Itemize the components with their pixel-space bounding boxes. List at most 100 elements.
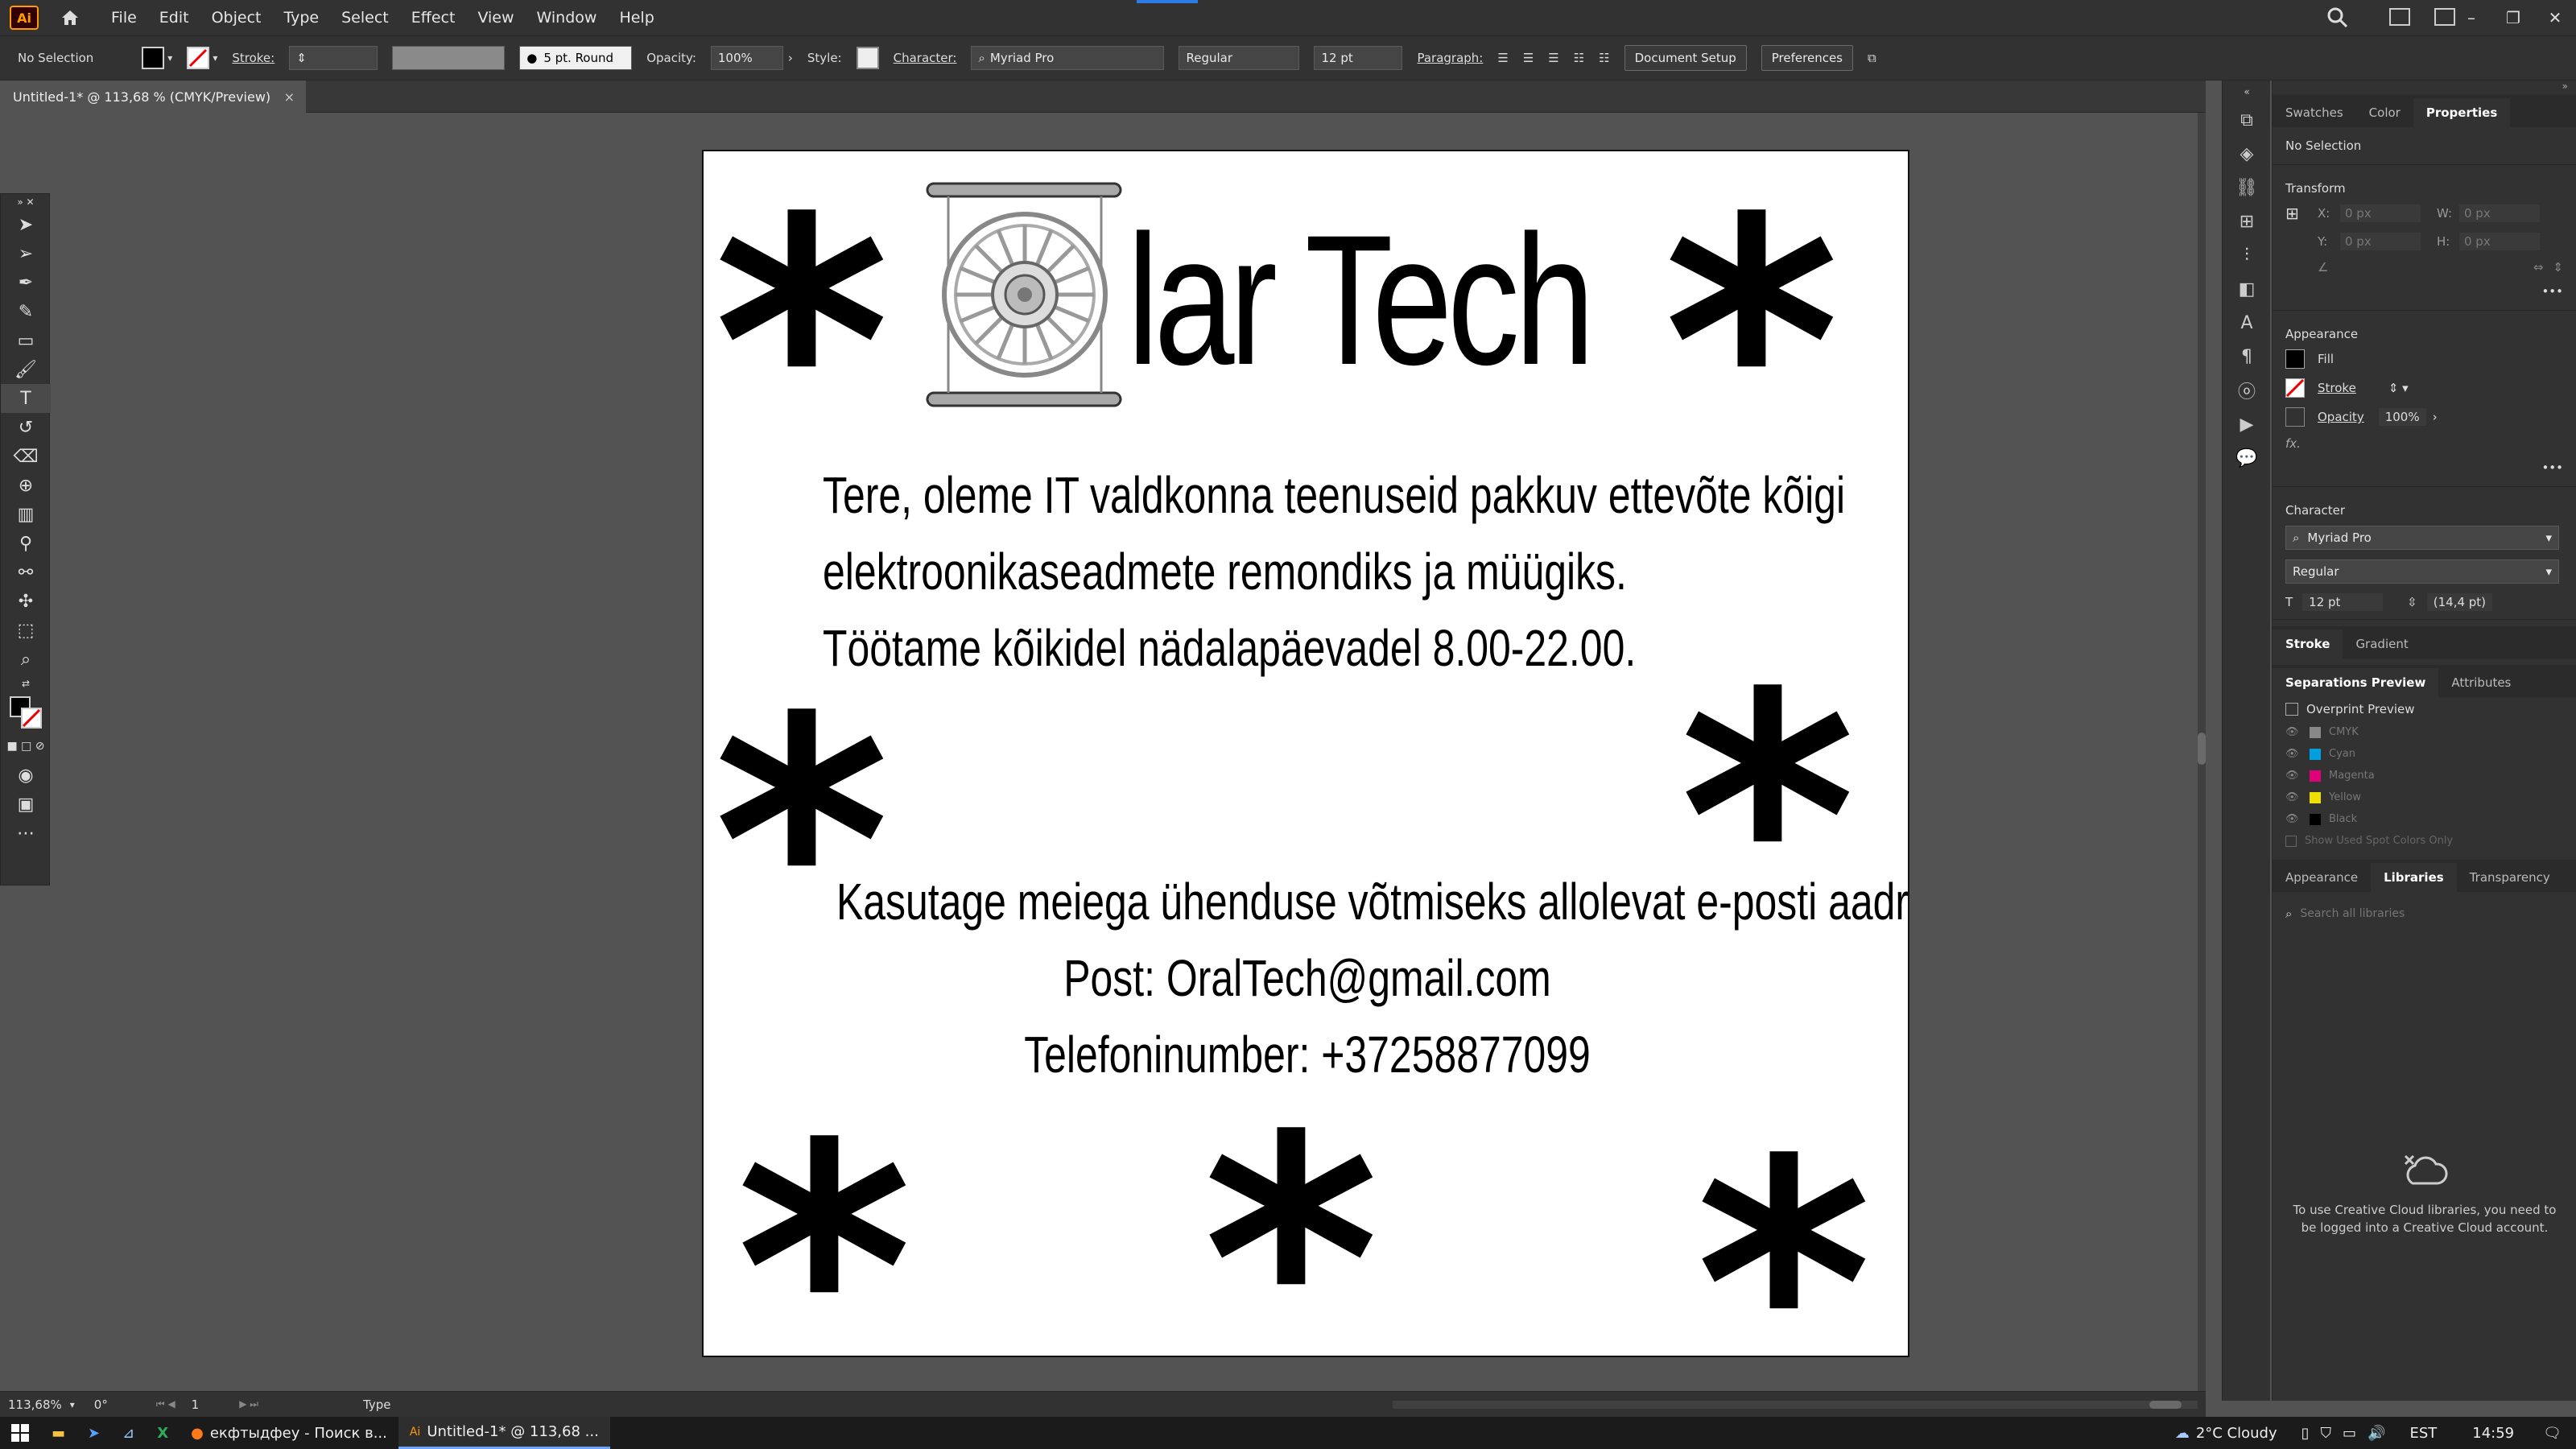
stroke-label[interactable]: Stroke: [2318, 381, 2356, 395]
font-family-field[interactable]: ⌕ Myriad Pro ▾: [2285, 526, 2559, 550]
plate-row[interactable]: 👁 CMYK: [2273, 721, 2576, 743]
font-style-field[interactable]: Regular ▾: [2285, 559, 2559, 584]
opacity-field[interactable]: 100%: [2378, 408, 2426, 426]
asterisk-bottom-left[interactable]: *: [736, 1101, 913, 1356]
menu-view[interactable]: View: [477, 9, 514, 27]
plate-row[interactable]: 👁 Black: [2273, 808, 2576, 830]
opacity-label[interactable]: Opacity: [2318, 410, 2364, 424]
plate-row[interactable]: 👁 Yellow: [2273, 786, 2576, 808]
home-icon[interactable]: [58, 6, 82, 30]
stroke-swatch[interactable]: [187, 47, 210, 69]
more-tools-icon[interactable]: ⋯: [1, 819, 51, 848]
glyphs-panel-icon[interactable]: ⓞ: [2223, 374, 2271, 407]
eye-icon[interactable]: 👁: [2285, 791, 2301, 803]
align-left-icon[interactable]: ☰: [1497, 51, 1508, 65]
minimize-button[interactable]: –: [2450, 8, 2492, 27]
menu-window[interactable]: Window: [537, 9, 597, 27]
shape-builder-tool-icon[interactable]: ⊕: [1, 471, 51, 500]
stroke-weight-stepper[interactable]: ⇕ ▾: [2388, 381, 2409, 395]
align-panel-icon[interactable]: ⫶: [2223, 238, 2271, 272]
menu-object[interactable]: Object: [212, 9, 262, 27]
eraser-tool-icon[interactable]: ⌫: [1, 442, 51, 471]
tab-stroke[interactable]: Stroke: [2273, 630, 2343, 658]
bullets-icon[interactable]: ☷: [1574, 51, 1584, 65]
arrange-icon[interactable]: ⧉: [1868, 51, 1876, 65]
panel-collapse-icon[interactable]: »: [2273, 80, 2576, 95]
font-style-field[interactable]: Regular: [1179, 46, 1300, 70]
blend-tool-icon[interactable]: ⚯: [1, 558, 51, 587]
actions-panel-icon[interactable]: ▶: [2223, 407, 2271, 441]
more-options-icon[interactable]: •••: [2273, 279, 2576, 303]
curvature-tool-icon[interactable]: ✎: [1, 297, 51, 326]
arrange-documents-icon[interactable]: [2389, 8, 2410, 26]
maximize-button[interactable]: ❐: [2492, 8, 2534, 27]
align-right-icon[interactable]: ☰: [1548, 51, 1558, 65]
rotation-value[interactable]: 0°: [94, 1397, 108, 1412]
document-tab[interactable]: Untitled-1* @ 113,68 % (CMYK/Preview) ×: [0, 80, 306, 113]
language-indicator[interactable]: EST: [2409, 1425, 2437, 1442]
chevron-right-icon[interactable]: ›: [2433, 410, 2438, 424]
asterisk-bottom-center[interactable]: *: [1203, 1093, 1380, 1356]
chevron-down-icon[interactable]: ▾: [167, 52, 172, 64]
tab-gradient[interactable]: Gradient: [2343, 630, 2421, 658]
rectangle-tool-icon[interactable]: ▭: [1, 326, 51, 355]
horizontal-scrollbar[interactable]: [1393, 1400, 2198, 1409]
character-label[interactable]: Character:: [894, 51, 957, 65]
chevron-right-icon[interactable]: ›: [788, 51, 793, 65]
document-setup-button[interactable]: Document Setup: [1624, 45, 1747, 71]
stroke-weight-field[interactable]: ⇕: [289, 46, 378, 70]
numbering-icon[interactable]: ☷: [1599, 51, 1609, 65]
font-family-field[interactable]: ⌕ Myriad Pro: [971, 46, 1165, 70]
menu-type[interactable]: Type: [283, 9, 319, 27]
paragraph-label[interactable]: Paragraph:: [1417, 51, 1483, 65]
tab-separations-preview[interactable]: Separations Preview: [2273, 668, 2439, 697]
eye-icon[interactable]: 👁: [2285, 770, 2301, 782]
plate-row[interactable]: 👁 Cyan: [2273, 743, 2576, 765]
comments-panel-icon[interactable]: 💬: [2223, 441, 2271, 475]
library-search-input[interactable]: [2300, 907, 2542, 920]
notification-icon[interactable]: 🗨: [2543, 1425, 2562, 1442]
volume-icon[interactable]: 🔊: [2368, 1425, 2385, 1442]
symbol-sprayer-tool-icon[interactable]: ✣: [1, 587, 51, 616]
tab-color[interactable]: Color: [2356, 98, 2413, 127]
eye-icon[interactable]: 👁: [2285, 813, 2301, 825]
links-panel-icon[interactable]: ⛓: [2223, 171, 2271, 204]
artboard-tool-icon[interactable]: ⬚: [1, 616, 51, 645]
chevron-down-icon[interactable]: ▾: [213, 52, 217, 64]
file-explorer-icon[interactable]: ▬: [40, 1417, 76, 1449]
swap-colors-icon[interactable]: ⇄: [1, 674, 51, 693]
app-icon[interactable]: ⊿: [111, 1417, 146, 1449]
fx-button[interactable]: fx.: [2273, 431, 2576, 456]
zoom-tool-icon[interactable]: ⌕: [1, 645, 51, 674]
artboards-panel-icon[interactable]: ⧉: [2223, 103, 2271, 137]
selection-tool-icon[interactable]: ➤: [1, 210, 51, 239]
browser-task[interactable]: ● екфтыдфеу - Поиск в...: [180, 1417, 398, 1449]
stroke-indicator[interactable]: [21, 708, 42, 729]
headline-text[interactable]: lar Tech: [1127, 208, 1595, 393]
menu-effect[interactable]: Effect: [411, 9, 456, 27]
rotate-tool-icon[interactable]: ↺: [1, 413, 51, 442]
rotate-icon[interactable]: ∠: [2318, 260, 2328, 275]
menu-edit[interactable]: Edit: [159, 9, 189, 27]
asterisk-top-right[interactable]: *: [1663, 175, 1840, 514]
preferences-button[interactable]: Preferences: [1761, 45, 1853, 71]
artboard-nav-icon[interactable]: ⏮ ◀: [156, 1398, 175, 1410]
zoom-level[interactable]: 113,68%: [8, 1397, 62, 1412]
eyedropper-tool-icon[interactable]: ⚲: [1, 529, 51, 558]
paragraph-panel-icon[interactable]: ¶: [2223, 340, 2271, 374]
weather-text[interactable]: 2°C Cloudy: [2196, 1425, 2277, 1442]
shield-icon[interactable]: ⛉: [2321, 1425, 2332, 1442]
variable-width-profile[interactable]: [392, 46, 506, 70]
direct-selection-tool-icon[interactable]: ➢: [1, 239, 51, 268]
contact-block[interactable]: Kasutage meiega ühenduse võtmiseks allol…: [704, 864, 1908, 1093]
tab-libraries[interactable]: Libraries: [2371, 863, 2457, 892]
close-window-button[interactable]: ✕: [2534, 8, 2576, 27]
excel-icon[interactable]: X: [146, 1417, 180, 1449]
scroll-thumb[interactable]: [2198, 733, 2206, 765]
tab-attributes[interactable]: Attributes: [2438, 668, 2524, 697]
stroke-swatch[interactable]: [2285, 378, 2305, 398]
font-size-field[interactable]: 12 pt: [2302, 593, 2384, 611]
layers-panel-icon[interactable]: ◈: [2223, 137, 2271, 171]
tab-appearance[interactable]: Appearance: [2273, 863, 2371, 892]
vertical-scrollbar[interactable]: [2198, 113, 2206, 1391]
